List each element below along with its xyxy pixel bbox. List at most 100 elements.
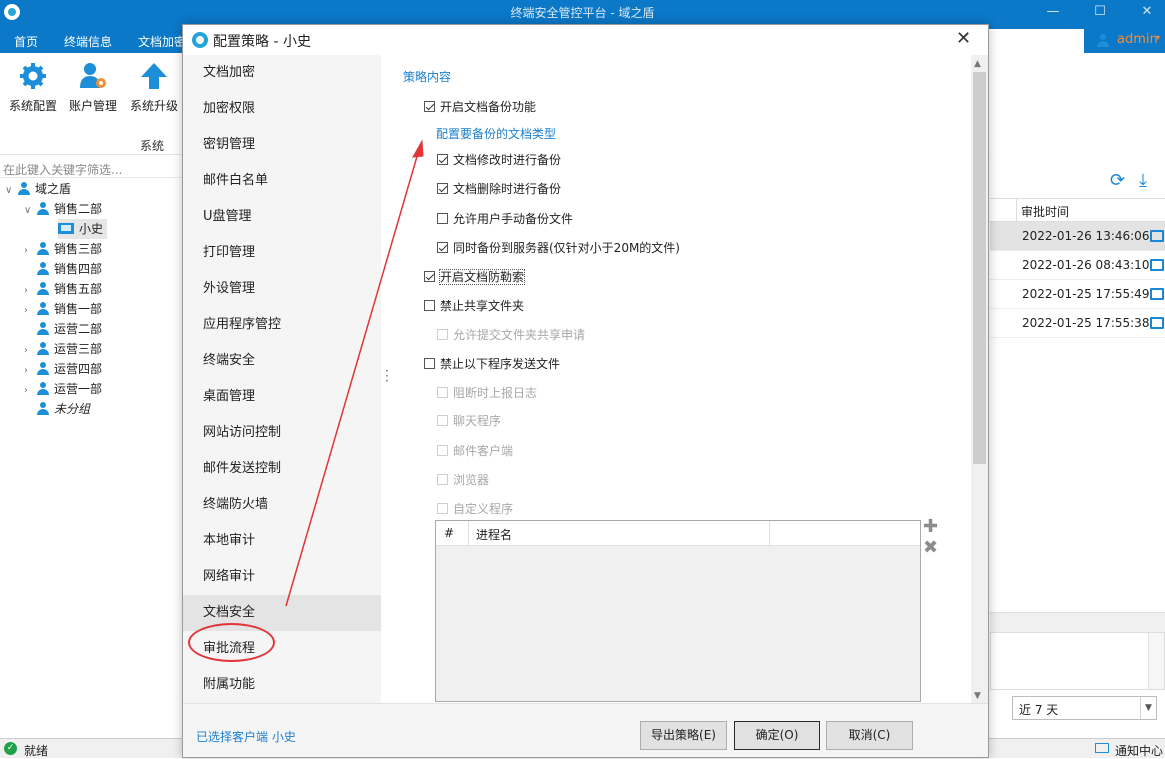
menu-home[interactable]: 首页 xyxy=(14,33,38,50)
checkbox-icon[interactable] xyxy=(437,213,448,224)
table-row[interactable]: 2022-01-26 13:46:06 xyxy=(990,222,1165,251)
scroll-thumb[interactable] xyxy=(973,72,986,464)
policy-dialog: 配置策略 - 小史 ✕ 文档加密 加密权限 密钥管理 邮件白名单 U盘管理 打印… xyxy=(182,24,989,758)
chevron-right-icon[interactable]: › xyxy=(24,241,36,261)
scroll-down-icon[interactable]: ▼ xyxy=(974,691,981,701)
tree-group[interactable]: › 销售五部 xyxy=(24,279,102,299)
table-row[interactable]: 2022-01-26 08:43:10 xyxy=(990,251,1165,280)
category-item[interactable]: 网络审计 xyxy=(183,559,381,595)
policy-content: 策略内容 开启文档备份功能 配置要备份的文档类型 文档修改时进行备份 文档删除时… xyxy=(381,55,988,703)
checkbox-icon[interactable] xyxy=(424,358,435,369)
chevron-right-icon[interactable]: › xyxy=(24,361,36,381)
checkbox-checked-icon[interactable] xyxy=(424,271,435,282)
mail-icon xyxy=(1095,743,1109,753)
download-icon[interactable]: ⤓ xyxy=(1139,170,1147,191)
tree-filter-input[interactable]: 在此键入关键字筛选... xyxy=(0,158,182,178)
group-icon xyxy=(17,182,31,195)
tree-group-expanded[interactable]: ∨ 销售二部 xyxy=(24,199,102,219)
category-item[interactable]: 外设管理 xyxy=(183,271,381,307)
tree-group[interactable]: › 销售一部 xyxy=(24,299,102,319)
computer-icon xyxy=(58,223,74,234)
tree-group[interactable]: 运营二部 xyxy=(24,319,102,339)
group-icon xyxy=(36,242,50,255)
chevron-right-icon[interactable]: › xyxy=(24,381,36,401)
anti-ransomware-checkbox[interactable]: 开启文档防勒索 xyxy=(424,268,526,285)
refresh-icon[interactable]: ⟳ xyxy=(1110,170,1125,191)
status-text: 就绪 xyxy=(24,744,49,758)
category-item[interactable]: 邮件白名单 xyxy=(183,163,381,199)
tree-group[interactable]: › 运营一部 xyxy=(24,379,102,399)
chevron-right-icon[interactable]: › xyxy=(24,341,36,361)
export-policy-button[interactable]: 导出策略(E) xyxy=(640,721,727,750)
system-config-button[interactable]: 系统配置 xyxy=(2,61,64,114)
table-row[interactable]: 2022-01-25 17:55:49 xyxy=(990,280,1165,309)
chevron-right-icon[interactable]: › xyxy=(24,301,36,321)
cancel-button[interactable]: 取消(C) xyxy=(826,721,913,750)
sync-server-checkbox[interactable]: 同时备份到服务器(仅针对小于20M的文件) xyxy=(437,239,680,256)
tree-ungrouped[interactable]: 未分组 xyxy=(24,399,90,419)
scroll-up-icon[interactable]: ▲ xyxy=(974,59,981,69)
mail-client-checkbox: 邮件客户端 xyxy=(437,442,513,459)
category-item[interactable]: 打印管理 xyxy=(183,235,381,271)
category-item[interactable]: 应用程序管控 xyxy=(183,307,381,343)
category-item[interactable]: U盘管理 xyxy=(183,199,381,235)
checkbox-checked-icon[interactable] xyxy=(437,154,448,165)
menu-terminal-info[interactable]: 终端信息 xyxy=(64,33,112,50)
account-mgmt-button[interactable]: 账户管理 xyxy=(62,61,124,114)
enable-backup-checkbox[interactable]: 开启文档备份功能 xyxy=(424,98,536,115)
chevron-down-icon[interactable]: ▼ xyxy=(1140,697,1156,719)
tree-root[interactable]: ∨ 域之盾 xyxy=(5,179,71,199)
monitor-icon xyxy=(1150,317,1164,329)
content-scrollbar[interactable]: ▲ ▼ xyxy=(971,55,988,703)
plus-icon[interactable]: ✚ xyxy=(923,516,938,537)
backup-on-modify-checkbox[interactable]: 文档修改时进行备份 xyxy=(437,151,561,168)
checkbox-icon[interactable] xyxy=(424,300,435,311)
category-item[interactable]: 加密权限 xyxy=(183,91,381,127)
policy-category-list: 文档加密 加密权限 密钥管理 邮件白名单 U盘管理 打印管理 外设管理 应用程序… xyxy=(183,55,381,703)
tree-client-selected[interactable]: 小史 xyxy=(58,219,108,239)
tree-group[interactable]: › 运营四部 xyxy=(24,359,102,379)
scrollbar[interactable] xyxy=(1148,633,1164,689)
ok-button[interactable]: 确定(O) xyxy=(734,721,820,750)
forbid-programs-checkbox[interactable]: 禁止以下程序发送文件 xyxy=(424,355,560,372)
backup-on-delete-checkbox[interactable]: 文档删除时进行备份 xyxy=(437,180,561,197)
category-item[interactable]: 终端安全 xyxy=(183,343,381,379)
grid-col-approval-time[interactable]: 审批时间 xyxy=(1021,203,1069,220)
user-menu[interactable]: admin ▾ xyxy=(1084,27,1165,53)
checkbox-checked-icon[interactable] xyxy=(437,242,448,253)
category-item[interactable]: 桌面管理 xyxy=(183,379,381,415)
category-item[interactable]: 终端防火墙 xyxy=(183,487,381,523)
tree-group[interactable]: › 运营三部 xyxy=(24,339,102,359)
checkbox-checked-icon[interactable] xyxy=(437,183,448,194)
chevron-right-icon[interactable]: › xyxy=(24,281,36,301)
checkbox-icon xyxy=(437,503,448,514)
close-icon[interactable]: ✕ xyxy=(1136,2,1158,22)
category-item[interactable]: 邮件发送控制 xyxy=(183,451,381,487)
allow-manual-backup-checkbox[interactable]: 允许用户手动备份文件 xyxy=(437,210,573,227)
process-table: # 进程名 xyxy=(435,520,921,702)
maximize-icon[interactable]: ☐ xyxy=(1089,2,1111,22)
category-item[interactable]: 网站访问控制 xyxy=(183,415,381,451)
tree-group[interactable]: › 销售三部 xyxy=(24,239,102,259)
checkbox-checked-icon[interactable] xyxy=(424,101,435,112)
app-logo-icon xyxy=(192,32,208,48)
chevron-down-icon[interactable]: ∨ xyxy=(5,181,17,201)
table-row[interactable]: 2022-01-25 17:55:38 xyxy=(990,309,1165,338)
monitor-icon xyxy=(1150,259,1164,271)
delete-x-icon[interactable]: ✖ xyxy=(923,537,938,558)
category-item[interactable]: 附属功能 xyxy=(183,667,381,703)
minimize-icon[interactable]: — xyxy=(1042,2,1064,22)
chevron-down-icon[interactable]: ∨ xyxy=(24,201,36,221)
category-item[interactable]: 文档加密 xyxy=(183,55,381,91)
time-range-select[interactable]: 近 7 天 ▼ xyxy=(1012,696,1157,720)
notification-center[interactable]: 通知中心 xyxy=(1115,742,1163,759)
close-icon[interactable]: ✕ xyxy=(956,28,971,49)
menu-doc-encrypt[interactable]: 文档加密 xyxy=(138,33,186,50)
category-item[interactable]: 密钥管理 xyxy=(183,127,381,163)
top-search-strip[interactable] xyxy=(988,29,1084,53)
forbid-share-checkbox[interactable]: 禁止共享文件夹 xyxy=(424,297,524,314)
system-upgrade-button[interactable]: 系统升级 xyxy=(123,61,185,114)
config-doc-types-link[interactable]: 配置要备份的文档类型 xyxy=(436,125,556,142)
category-item[interactable]: 本地审计 xyxy=(183,523,381,559)
tree-group[interactable]: 销售四部 xyxy=(24,259,102,279)
